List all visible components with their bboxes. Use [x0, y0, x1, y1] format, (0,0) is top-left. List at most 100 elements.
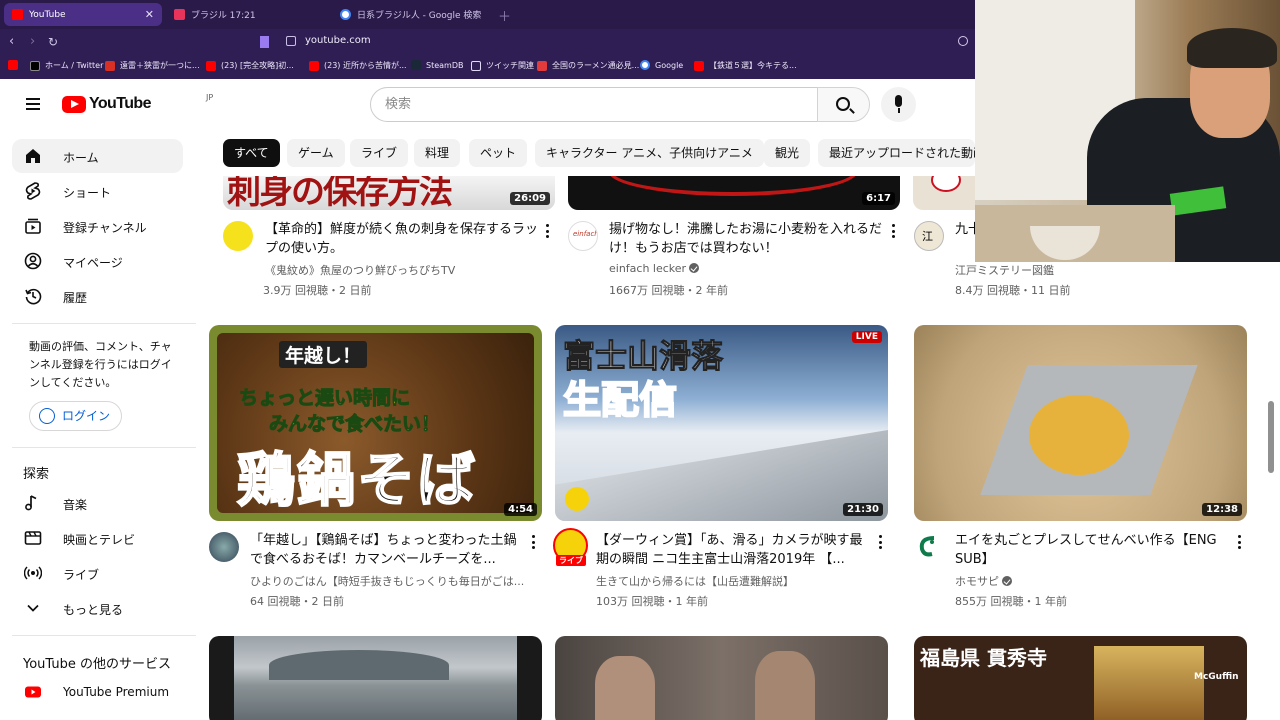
channel-name[interactable]: ひよりのごはん【時短手抜きもじっくりも毎日がごは...	[250, 573, 540, 589]
bookmark-item[interactable]: 【鉄道５選】今キテる...	[694, 60, 797, 71]
account-icon	[24, 252, 42, 270]
video-thumbnail[interactable]: 12:38	[914, 325, 1247, 521]
menu-icon[interactable]	[26, 98, 40, 110]
thumbnail-image	[608, 176, 858, 196]
sidebar-item-mypage[interactable]: マイページ	[12, 244, 183, 278]
chevron-down-icon	[27, 604, 39, 612]
new-tab-icon[interactable]: ＋	[498, 6, 511, 25]
sidebar-item-history[interactable]: 履歴	[12, 279, 183, 313]
more-options-icon[interactable]	[532, 535, 535, 549]
video-thumbnail[interactable]: 刺身の保存方法 26:09	[223, 176, 555, 210]
video-title[interactable]: 【ダーウィン賞】「あ、滑る」カメラが映す最期の瞬間 ニコ生主富士山滑落2019年…	[596, 531, 871, 569]
bookmark-folder[interactable]: ツイッチ関連	[471, 60, 534, 71]
bookmark-item[interactable]: SteamDB	[411, 60, 463, 70]
sidebar-item-more[interactable]: もっと見る	[12, 591, 183, 625]
bookmark-item[interactable]: Google	[640, 60, 683, 70]
channel-name[interactable]: 生きて山から帰るには【山岳遭難解説】	[596, 573, 794, 589]
bookmark-item[interactable]	[8, 60, 23, 70]
sidebar-divider	[12, 323, 196, 324]
live-icon	[24, 566, 42, 580]
channel-name[interactable]: ホモサピ	[955, 573, 1012, 589]
bookmark-item[interactable]: (23) 近所から苦情が...	[309, 60, 407, 71]
video-thumbnail[interactable]	[913, 176, 975, 210]
video-title[interactable]: 「年越し」【鶏鍋そば】ちょっと変わった土鍋で食べるおそば！カマンベールチーズを.…	[250, 531, 525, 569]
sidebar-item-music[interactable]: 音楽	[12, 486, 183, 520]
video-title[interactable]: 【革命的】鮮度が続く魚の刺身を保存するラップの使い方。	[265, 220, 540, 258]
forward-icon[interactable]: ›	[30, 34, 35, 50]
video-thumbnail[interactable]: 福島県 貫秀寺 McGuffin	[914, 636, 1247, 720]
live-badge: LIVE	[851, 331, 882, 343]
chip-all[interactable]: すべて	[223, 139, 280, 167]
bookmark-label: ツイッチ関連	[486, 61, 534, 70]
site-info-icon[interactable]	[286, 36, 296, 46]
bookmark-label: Google	[655, 60, 684, 70]
channel-avatar[interactable]: 江	[914, 221, 944, 251]
channel-name[interactable]: einfach lecker	[609, 262, 700, 275]
chip-anime[interactable]: キャラクター アニメ、子供向けアニメ	[535, 139, 764, 167]
video-meta: 3.9万 回視聴・2 日前	[263, 284, 372, 297]
channel-avatar[interactable]	[914, 532, 944, 562]
sidebar-item-label: YouTube Premium	[63, 685, 170, 699]
video-thumbnail[interactable]	[209, 636, 542, 720]
browser-tab-youtube[interactable]: YouTube ✕	[4, 3, 162, 26]
sidebar-item-live[interactable]: ライブ	[12, 556, 183, 590]
channel-name[interactable]: 《鬼紋め》魚屋のつり鮮びっちぴちTV	[265, 262, 455, 278]
chip-games[interactable]: ゲーム	[287, 139, 345, 167]
voice-search-button[interactable]	[881, 87, 916, 122]
search-button[interactable]	[817, 87, 870, 122]
verified-badge-icon	[1002, 576, 1012, 586]
video-duration: 26:09	[510, 192, 550, 205]
sidebar-item-home[interactable]: ホーム	[12, 139, 183, 173]
thumbnail-text: 生配信	[562, 377, 678, 423]
google-icon	[640, 60, 650, 70]
channel-name-text: ホモサピ	[955, 575, 999, 588]
channel-avatar[interactable]: einfach	[568, 221, 598, 251]
youtube-logo[interactable]: YouTube JP	[62, 93, 213, 113]
bookmark-label: (23) 近所から苦情が...	[324, 61, 407, 70]
thumbnail-image	[1094, 646, 1204, 720]
browser-tab-google[interactable]: 日系ブラジル人 - Google 検索	[332, 3, 492, 26]
close-tab-icon[interactable]: ✕	[145, 8, 154, 21]
country-code: JP	[206, 93, 214, 102]
back-icon[interactable]: ‹	[9, 34, 14, 50]
reload-icon[interactable]: ↻	[48, 34, 58, 50]
video-thumbnail[interactable]: 富士山滑落 生配信 LIVE 21:30	[555, 325, 888, 521]
video-duration: 12:38	[1202, 503, 1242, 516]
chip-recent[interactable]: 最近アップロードされた動画	[818, 139, 975, 167]
search-input[interactable]: 検索	[370, 87, 818, 122]
sidebar-item-subscriptions[interactable]: 登録チャンネル	[12, 209, 183, 243]
video-title[interactable]: 揚げ物なし！沸騰したお湯に小麦粉を入れるだけ！もうお店では買わない！	[609, 220, 884, 258]
chip-travel[interactable]: 観光	[764, 139, 811, 167]
thumbnail-text: 鶏鍋そば	[236, 445, 478, 515]
chip-pets[interactable]: ペット	[469, 139, 528, 167]
page-scrollbar[interactable]	[1268, 401, 1274, 473]
bookmark-item[interactable]: (23) [完全攻略]初...	[206, 60, 294, 71]
sidebar-item-shorts[interactable]: ショート	[12, 174, 183, 208]
chip-live[interactable]: ライブ	[350, 139, 409, 167]
sidebar-item-premium[interactable]: YouTube Premium	[12, 675, 183, 709]
more-options-icon[interactable]	[892, 224, 895, 238]
video-thumbnail[interactable]	[555, 636, 888, 720]
channel-avatar[interactable]	[209, 532, 239, 562]
channel-avatar[interactable]	[223, 221, 253, 251]
more-options-icon[interactable]	[879, 535, 882, 549]
sidebar-item-label: 登録チャンネル	[63, 221, 147, 235]
bookmark-item[interactable]: ホーム / Twitter	[30, 60, 103, 71]
chip-cooking[interactable]: 料理	[414, 139, 461, 167]
channel-name[interactable]: 江戸ミステリー図鑑	[955, 262, 1054, 278]
video-title[interactable]: エイを丸ごとプレスしてせんべい作る【ENG SUB】	[955, 531, 1230, 569]
video-title[interactable]: 九十九里浜…本当	[955, 220, 975, 239]
login-button[interactable]: ログイン	[29, 401, 122, 431]
video-thumbnail[interactable]: 6:17	[568, 176, 900, 210]
address-bar[interactable]: youtube.com	[305, 35, 371, 46]
bookmark-item[interactable]: 全国のラーメン通必見...	[537, 60, 639, 71]
more-options-icon[interactable]	[546, 224, 549, 238]
more-options-icon[interactable]	[1238, 535, 1241, 549]
sidebar-item-movies[interactable]: 映画とテレビ	[12, 521, 183, 555]
bookmark-label: (23) [完全攻略]初...	[221, 61, 294, 70]
bookmark-item[interactable]: 遠雷＋狭雷が一つに...	[105, 60, 200, 71]
browser-tab-brazil[interactable]: ブラジル 17:21	[166, 3, 326, 26]
video-thumbnail[interactable]: 年越し！ ちょっと遅い時間に みんなで食べたい！ 鶏鍋そば 4:54	[209, 325, 542, 521]
bookmark-icon[interactable]	[260, 36, 269, 48]
zoom-icon[interactable]	[958, 36, 968, 46]
